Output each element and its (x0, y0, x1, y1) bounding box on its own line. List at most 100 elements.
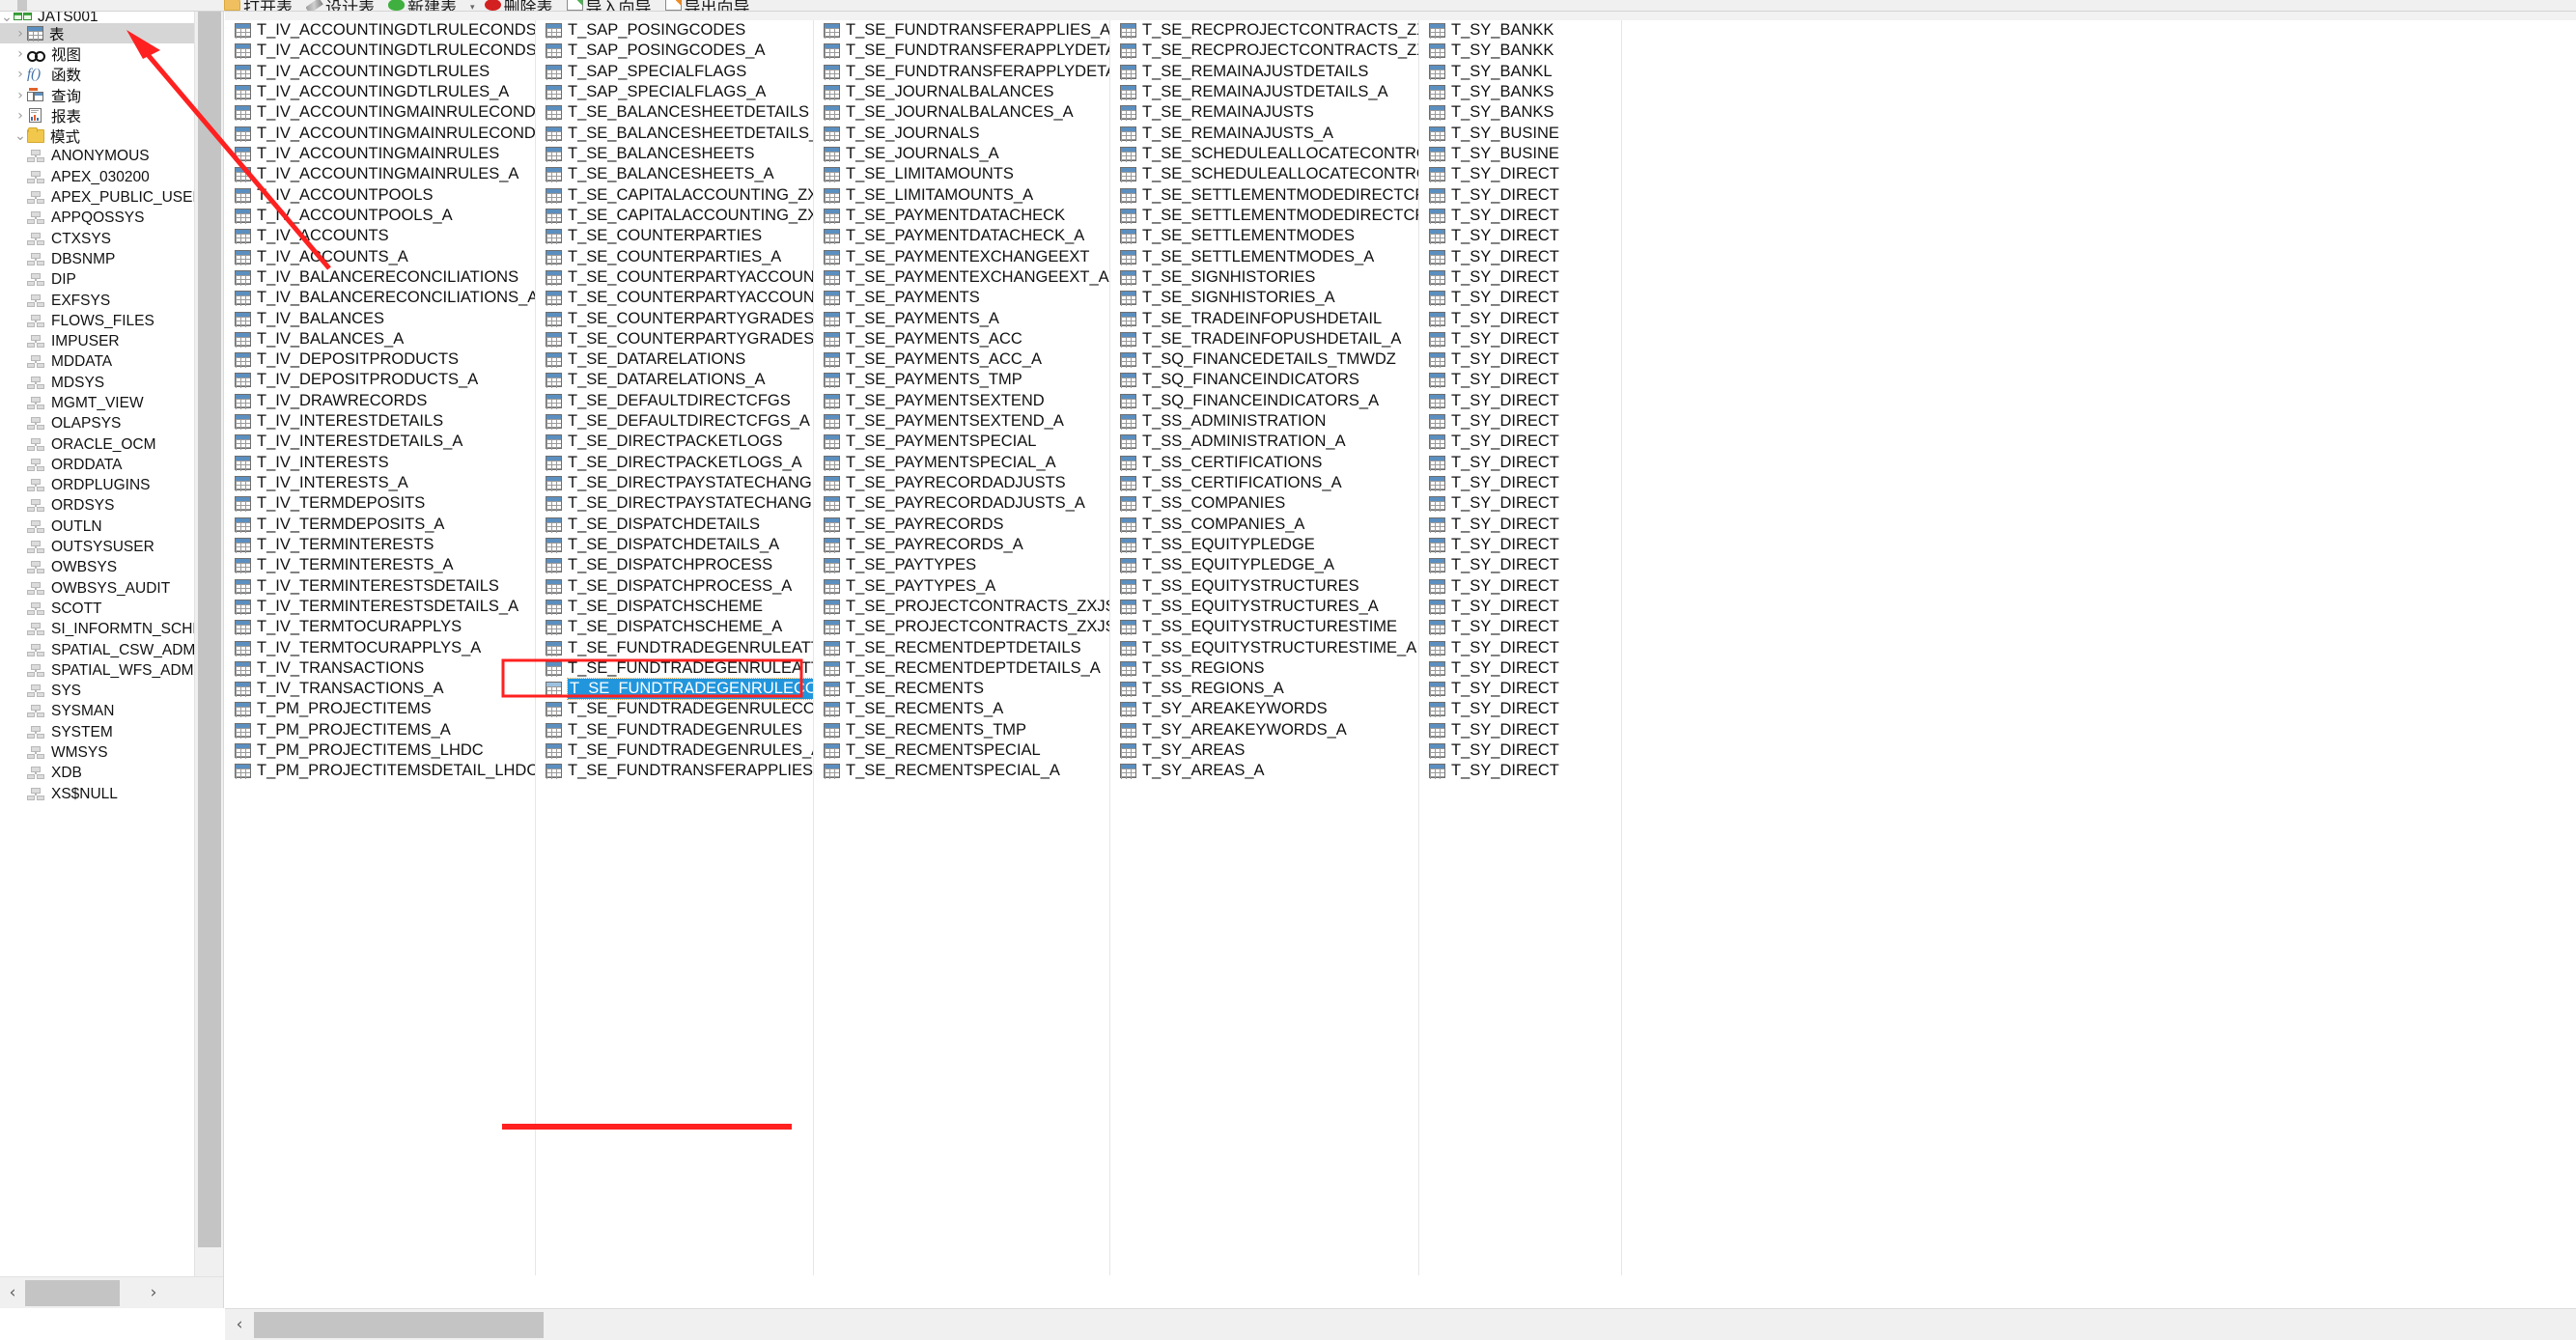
sidebar-horizontal-scrollbar[interactable]: ‹ › (0, 1276, 223, 1308)
schema-item[interactable]: APEX_PUBLIC_USER (0, 187, 223, 208)
table-list-item[interactable]: T_IV_ACCOUNTINGMAINRULES (225, 144, 535, 164)
toolbar-button-2[interactable]: 设计表 (306, 0, 375, 11)
table-list-item[interactable]: T_IV_TERMINTERESTS_A (225, 555, 535, 575)
schema-item[interactable]: SPATIAL_WFS_ADMI (0, 660, 223, 681)
table-list-item[interactable]: T_SE_COUNTERPARTYGRADES_A (536, 329, 813, 349)
table-list-item[interactable]: T_SE_PAYMENTSEXTEND_A (814, 411, 1109, 432)
table-list-item[interactable]: T_IV_DEPOSITPRODUCTS_A (225, 370, 535, 390)
table-list-item[interactable]: T_IV_DEPOSITPRODUCTS (225, 349, 535, 370)
schema-item[interactable]: SI_INFORMTN_SCHE (0, 620, 223, 640)
table-list-item[interactable]: T_IV_BALANCES_A (225, 329, 535, 349)
schema-item[interactable]: APPQOSSYS (0, 209, 223, 229)
tree-twisty-icon[interactable]: › (14, 109, 27, 123)
table-list-item[interactable]: T_SY_DIRECT (1419, 515, 1621, 535)
table-list-item[interactable]: T_SY_DIRECT (1419, 329, 1621, 349)
table-list-item[interactable]: T_SQ_FINANCEINDICATORS (1110, 370, 1418, 390)
table-list-item-selected[interactable]: T_SE_FUNDTRADEGENRULECONDS (536, 678, 813, 701)
tree-node-查询[interactable]: › 查询 (0, 85, 223, 105)
table-list-item[interactable]: T_SE_PAYRECORDADJUSTS_A (814, 493, 1109, 514)
table-list-item[interactable]: T_IV_ACCOUNTINGMAINRULECONDS (225, 102, 535, 123)
object-tree-sidebar[interactable]: ⌄ JATS001 › 表 › 视图 › f() 函数 › 查询 › 报表 ⌄ 模式 ANONYMOUS… (0, 12, 224, 1308)
table-list-item[interactable]: T_SE_PAYMENTEXCHANGEEXT (814, 246, 1109, 266)
table-list-item[interactable]: T_SE_COUNTERPARTIES_A (536, 246, 813, 266)
table-list-item[interactable]: T_SY_DIRECT (1419, 370, 1621, 390)
table-list-item[interactable]: T_SE_BALANCESHEETS (536, 144, 813, 164)
table-list-item[interactable]: T_SE_RECMENTSPECIAL_A (814, 761, 1109, 781)
table-list-item[interactable]: T_SE_DISPATCHSCHEME_A (536, 617, 813, 637)
schema-item[interactable]: ORDPLUGINS (0, 476, 223, 496)
table-list-item[interactable]: T_SE_LIMITAMOUNTS (814, 164, 1109, 184)
sidebar-hscroll-thumb[interactable] (25, 1279, 120, 1306)
table-list-item[interactable]: T_SE_RECMENTS_A (814, 699, 1109, 719)
table-list-item[interactable]: T_SY_DIRECT (1419, 597, 1621, 617)
table-list-item[interactable]: T_SE_PAYRECORDADJUSTS (814, 473, 1109, 493)
table-list-item[interactable]: T_SE_JOURNALBALANCES_A (814, 102, 1109, 123)
main-hscroll-left-arrow[interactable]: ‹ (225, 1315, 254, 1334)
table-list-item[interactable]: T_SE_DISPATCHSCHEME (536, 597, 813, 617)
table-list-item[interactable]: T_SE_DISPATCHPROCESS (536, 555, 813, 575)
table-list-item[interactable]: T_IV_TERMTOCURAPPLYS (225, 617, 535, 637)
table-list-item[interactable]: T_SY_BUSINE (1419, 124, 1621, 144)
table-list-item[interactable]: T_SE_DISPATCHPROCESS_A (536, 575, 813, 596)
table-list-item[interactable]: T_SY_DIRECT (1419, 679, 1621, 699)
table-list-item[interactable]: T_SAP_POSINGCODES_A (536, 41, 813, 61)
table-list-item[interactable]: T_SY_AREAKEYWORDS_A (1110, 720, 1418, 740)
table-list-item[interactable]: T_SS_ADMINISTRATION (1110, 411, 1418, 432)
tree-twisty-icon[interactable]: › (14, 68, 27, 81)
chevron-down-icon[interactable]: ⌄ (0, 12, 14, 23)
table-list-item[interactable]: T_SE_COUNTERPARTYACCOUNTS_A (536, 288, 813, 308)
table-list-item[interactable]: T_SE_FUNDTRADEGENRULEATTRS (536, 637, 813, 657)
table-list-item[interactable]: T_SY_BANKS (1419, 102, 1621, 123)
table-list-item[interactable]: T_IV_ACCOUNTINGDTLRULECONDS (225, 20, 535, 41)
table-list-item[interactable]: T_SY_DIRECT (1419, 288, 1621, 308)
schema-item[interactable]: FLOWS_FILES (0, 311, 223, 331)
schema-item[interactable]: ANONYMOUS (0, 147, 223, 167)
table-list-item[interactable]: T_IV_TERMDEPOSITS_A (225, 515, 535, 535)
table-list-item[interactable]: T_SE_PAYMENTSEXTEND (814, 391, 1109, 411)
schema-item[interactable]: OWBSYS_AUDIT (0, 578, 223, 599)
schema-item[interactable]: SYS (0, 682, 223, 702)
table-list-item[interactable]: T_SY_DIRECT (1419, 637, 1621, 657)
table-list-item[interactable]: T_SE_PAYTYPES (814, 555, 1109, 575)
table-list-item[interactable]: T_IV_ACCOUNTS_A (225, 246, 535, 266)
table-list-item[interactable]: T_SE_PAYMENTDATACHECK (814, 206, 1109, 226)
table-list-item[interactable]: T_SE_RECPROJECTCONTRACTS_ZXJS (1110, 41, 1418, 61)
table-list-item[interactable]: T_SE_PAYRECORDS_A (814, 535, 1109, 555)
table-list-item[interactable]: T_IV_ACCOUNTINGDTLRULES (225, 62, 535, 82)
tree-node-视图[interactable]: › 视图 (0, 43, 223, 64)
table-list-item[interactable]: T_IV_TRANSACTIONS (225, 658, 535, 679)
tree-node-connection[interactable]: ⌄ JATS001 (0, 12, 223, 23)
table-list-item[interactable]: T_SY_BANKK (1419, 41, 1621, 61)
table-list-item[interactable]: T_IV_BALANCES (225, 308, 535, 328)
table-list-item[interactable]: T_SE_SETTLEMENTMODEDIRECTCFGS (1110, 206, 1418, 226)
tree-twisty-icon[interactable]: › (14, 47, 27, 61)
table-list-item[interactable]: T_SE_PROJECTCONTRACTS_ZXJS_A (814, 617, 1109, 637)
main-horizontal-scrollbar[interactable]: ‹ (225, 1308, 2576, 1340)
schema-item[interactable]: ORACLE_OCM (0, 434, 223, 455)
toolbar-button-6[interactable]: 导出向导 (664, 0, 750, 11)
table-list-item[interactable]: T_SE_REMAINAJUSTDETAILS_A (1110, 82, 1418, 102)
table-list-item[interactable]: T_SE_PAYMENTEXCHANGEEXT_A (814, 267, 1109, 288)
tree-node-报表[interactable]: › 报表 (0, 105, 223, 126)
table-list-item[interactable]: T_SE_SCHEDULEALLOCATECONTROL (1110, 144, 1418, 164)
table-list-item[interactable]: T_SS_CERTIFICATIONS_A (1110, 473, 1418, 493)
table-list-item[interactable]: T_PM_PROJECTITEMS (225, 699, 535, 719)
tree-twisty-icon[interactable]: › (14, 27, 27, 41)
table-list-item[interactable]: T_SE_FUNDTRANSFERAPPLYDETAIL_A (814, 41, 1109, 61)
table-list-item[interactable]: T_SE_SIGNHISTORIES_A (1110, 288, 1418, 308)
table-list-item[interactable]: T_SY_DIRECT (1419, 535, 1621, 555)
table-list-item[interactable]: T_IV_BALANCERECONCILIATIONS_A (225, 288, 535, 308)
table-list-item[interactable]: T_IV_TERMDEPOSITS (225, 493, 535, 514)
table-list-item[interactable]: T_SE_DEFAULTDIRECTCFGS_A (536, 411, 813, 432)
table-list-item[interactable]: T_SY_DIRECT (1419, 720, 1621, 740)
table-list-item[interactable]: T_SE_PAYTYPES_A (814, 575, 1109, 596)
table-list-item[interactable]: T_SE_SETTLEMENTMODEDIRECTCFG_A (1110, 185, 1418, 206)
table-list-item[interactable]: T_SE_FUNDTRADEGENRULECONDS_A (536, 699, 813, 719)
table-list-item[interactable]: T_SY_BANKL (1419, 62, 1621, 82)
table-list-item[interactable]: T_SE_PAYMENTS (814, 288, 1109, 308)
table-list-item[interactable]: T_SY_DIRECT (1419, 349, 1621, 370)
tree-node-表[interactable]: › 表 (0, 23, 223, 44)
table-list-item[interactable]: T_SE_FUNDTRADEGENRULEATTRS_A (536, 658, 813, 679)
table-list-item[interactable]: T_SY_DIRECT (1419, 391, 1621, 411)
table-list-item[interactable]: T_SE_DISPATCHDETAILS (536, 515, 813, 535)
